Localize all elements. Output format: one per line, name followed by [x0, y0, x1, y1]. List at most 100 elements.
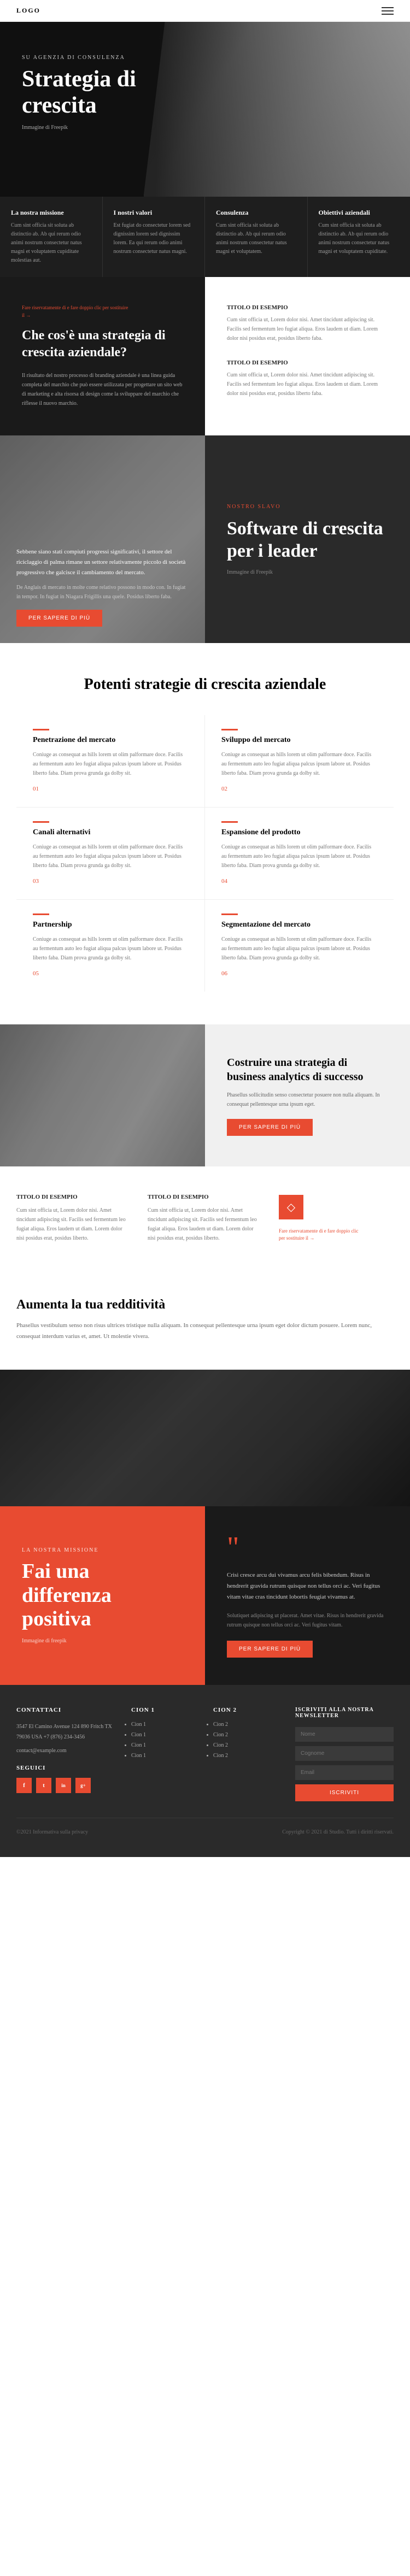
strategy-link-3[interactable]: 04 [221, 878, 227, 885]
strategy-title-2: Canali alternativi [33, 828, 188, 837]
analytics-image [0, 1024, 205, 1166]
strategy-link-1[interactable]: 02 [221, 786, 227, 792]
footer-link2-3[interactable]: Cion 2 [213, 1753, 279, 1759]
example-card-2: ◇ Fare riservatamente di e fare doppio c… [279, 1194, 394, 1243]
social-linkedin-icon[interactable]: in [56, 1778, 71, 1793]
strategy-accent-3 [221, 821, 238, 823]
strategy-text-3: Coniuge as consequat as hills lorem ut o… [221, 842, 377, 870]
footer-links2-title: Cion 2 [213, 1707, 279, 1713]
split-image: Sebbene siano stati compiuti progressi s… [0, 435, 205, 643]
analytics-btn[interactable]: PER SAPERE DI PIÙ [227, 1119, 313, 1136]
split-subtitle: Immagine di Freepik [227, 569, 388, 575]
split-read-more-btn[interactable]: PER SAPERE DI PIÙ [16, 610, 102, 627]
example-card-1-text: Cum sint officia ut, Lorem dolor nisi. A… [148, 1206, 262, 1243]
footer-grid: Contattaci 3547 El Camino Avenue 124 890… [16, 1707, 394, 1801]
strategy-accent-1 [221, 729, 238, 730]
strategy-link-4[interactable]: 05 [33, 970, 39, 977]
strategy-item-3: Espansione del prodotto Coniuge as conse… [205, 807, 394, 900]
footer-link2-2[interactable]: Cion 2 [213, 1742, 279, 1748]
analytics-img-overlay [0, 1024, 205, 1166]
strategies-section: Potenti strategie di crescita aziendale … [0, 643, 410, 1024]
example-1: TITOLO DI ESEMPIO Cum sint officia ut, L… [227, 304, 388, 343]
mission-title: Fai una differenza positiva [22, 1560, 183, 1631]
what-body: Il risultato del nostro processo di bran… [22, 371, 183, 408]
example-card-2-tag: Fare riservatamente di e fare doppio cli… [279, 1228, 361, 1242]
footer-links1-list: Cion 1 Cion 1 Cion 1 Cion 1 [131, 1722, 197, 1759]
what-left: Fare riservatamente di e fare doppio cli… [0, 277, 205, 435]
hero-col-3-text: Cum sint officia sit soluta ab distincti… [319, 221, 400, 256]
strategies-title: Potenti strategie di crescita aziendale [16, 676, 394, 693]
profitability-title: Aumenta la tua redditività [16, 1298, 394, 1312]
footer-follow-title: Seguici [16, 1765, 115, 1771]
dark-image-section [0, 1370, 410, 1506]
hero-col-1: I nostri valori Est fugiat do consectetu… [103, 197, 206, 277]
footer-link1-1[interactable]: Cion 1 [131, 1732, 197, 1738]
profitability-text: Phasellus vestibulum senso non risus ult… [16, 1321, 388, 1342]
footer-links1-col: Cion 1 Cion 1 Cion 1 Cion 1 Cion 1 [131, 1707, 197, 1801]
example-card-1: TITOLO DI ESEMPIO Cum sint officia ut, L… [148, 1194, 262, 1243]
footer-email-input[interactable] [295, 1765, 394, 1780]
mission-right: " Crisi cresce arcu dui vivamus arcu fel… [205, 1506, 410, 1685]
example-card-0: TITOLO DI ESEMPIO Cum sint officia ut, L… [16, 1194, 131, 1243]
nav-logo[interactable]: logo [16, 7, 40, 15]
mission-subtitle: Immagine di freepik [22, 1638, 183, 1644]
hero-col-2-text: Cum sint officia sit soluta ab distincti… [216, 221, 296, 256]
hero-content: SU AGENZIA DI CONSULENZA Strategia di cr… [0, 22, 410, 163]
strategy-text-4: Coniuge as consequat as hills lorem ut o… [33, 935, 188, 963]
strategy-accent-5 [221, 913, 238, 915]
hero-col-1-title: I nostri valori [114, 209, 194, 217]
quote-mark-icon: " [227, 1534, 388, 1561]
footer-lastname-input[interactable] [295, 1746, 394, 1761]
hero-col-3-title: Obiettivi aziendali [319, 209, 400, 217]
example-2: TITOLO DI ESEMPIO Cum sint officia ut, L… [227, 359, 388, 398]
example-diamond-icon: ◇ [279, 1195, 303, 1219]
mission-btn[interactable]: PER SAPERE DI PIÙ [227, 1641, 313, 1658]
footer-bottom: ©2021 Informativa sulla privacy Copyrigh… [16, 1818, 394, 1835]
footer-link2-0[interactable]: Cion 2 [213, 1722, 279, 1728]
what-right: TITOLO DI ESEMPIO Cum sint officia ut, L… [205, 277, 410, 435]
footer-link1-0[interactable]: Cion 1 [131, 1722, 197, 1728]
footer-newsletter-btn[interactable]: ISCRIVITI [295, 1784, 394, 1801]
footer-social-icons: f t in g+ [16, 1778, 115, 1793]
what-tag: Fare riservatamente di e fare doppio cli… [22, 304, 131, 319]
split-section: Sebbene siano stati compiuti progressi s… [0, 435, 410, 643]
social-twitter-icon[interactable]: t [36, 1778, 51, 1793]
split-content: NOSTRO SLAVO Software di crescita per i … [205, 435, 410, 643]
footer-links2-col: Cion 2 Cion 2 Cion 2 Cion 2 Cion 2 [213, 1707, 279, 1801]
mission-section: LA NOSTRA MISSIONE Fai una differenza po… [0, 1506, 410, 1685]
example-card-0-text: Cum sint officia ut, Lorem dolor nisi. A… [16, 1206, 131, 1243]
footer-firstname-input[interactable] [295, 1727, 394, 1742]
strategy-item-4: Partnership Coniuge as consequat as hill… [16, 900, 205, 992]
strategy-link-2[interactable]: 03 [33, 878, 39, 885]
footer-link1-3[interactable]: Cion 1 [131, 1753, 197, 1759]
hero-col-3: Obiettivi aziendali Cum sint officia sit… [308, 197, 410, 277]
footer-contact-col: Contattaci 3547 El Camino Avenue 124 890… [16, 1707, 115, 1801]
footer-link2-1[interactable]: Cion 2 [213, 1732, 279, 1738]
hero-col-0-text: Cum sint officia sit soluta ab distincti… [11, 221, 91, 265]
strategy-link-0[interactable]: 01 [33, 786, 39, 792]
social-gplus-icon[interactable]: g+ [75, 1778, 91, 1793]
split-title: Software di crescita per i leader [227, 518, 388, 563]
hero-img-credit: Immagine di Freepik [22, 125, 388, 131]
strategy-item-1: Sviluppo del mercato Coniuge as consequa… [205, 715, 394, 807]
mission-author: Solutiquet adipiscing ut placerat. Amet … [227, 1611, 388, 1630]
social-facebook-icon[interactable]: f [16, 1778, 32, 1793]
footer-links2-list: Cion 2 Cion 2 Cion 2 Cion 2 [213, 1722, 279, 1759]
strategy-text-5: Coniuge as consequat as hills lorem ut o… [221, 935, 377, 963]
analytics-title: Costruire una strategia di business anal… [227, 1056, 388, 1084]
footer-privacy[interactable]: ©2021 Informativa sulla privacy [16, 1829, 88, 1835]
what-title: Che cos'è una strategia di crescita azie… [22, 327, 183, 361]
split-tag: NOSTRO SLAVO [227, 504, 388, 510]
hero-col-1-text: Est fugiat do consectetur lorem sed dign… [114, 221, 194, 256]
strategy-text-1: Coniuge as consequat as hills lorem ut o… [221, 750, 377, 778]
strategy-item-0: Penetrazione del mercato Coniuge as cons… [16, 715, 205, 807]
footer-link1-2[interactable]: Cion 1 [131, 1742, 197, 1748]
hero-title: Strategia di crescita [22, 66, 175, 119]
nav-hamburger[interactable] [382, 7, 394, 15]
hero-col-2-title: Consulenza [216, 209, 296, 217]
analytics-text: Phasellus sollicitudin senso consectetur… [227, 1090, 388, 1109]
strategy-text-2: Coniuge as consequat as hills lorem ut o… [33, 842, 188, 870]
hero-col-0: La nostra missione Cum sint officia sit … [0, 197, 103, 277]
what-section: Fare riservatamente di e fare doppio cli… [0, 277, 410, 435]
strategy-link-5[interactable]: 06 [221, 970, 227, 977]
